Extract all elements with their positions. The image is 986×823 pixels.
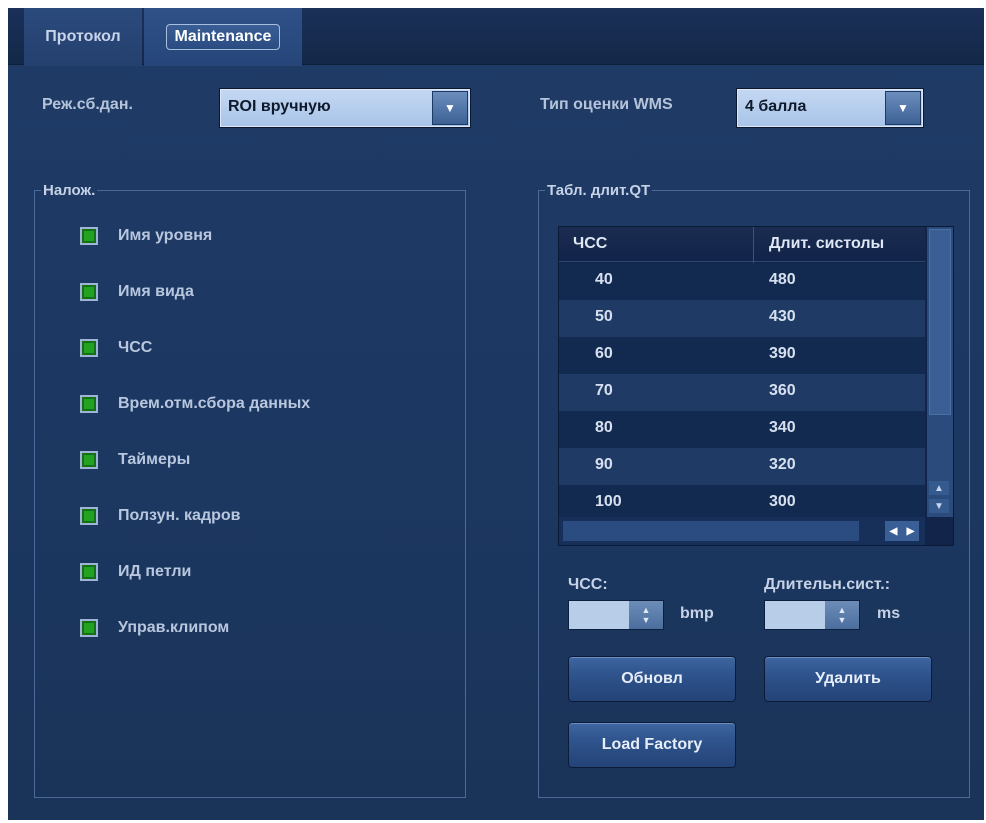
checkbox-checked[interactable] (80, 395, 98, 413)
table-cell: 90 (595, 456, 613, 473)
hr-unit: bmp (680, 605, 714, 622)
table-row[interactable]: 80 340 (559, 411, 925, 448)
overlay-item[interactable]: Врем.отм.сбора данных (80, 392, 310, 416)
table-cell: 390 (769, 345, 796, 362)
wms-type-select[interactable]: 4 балла ▼ (736, 88, 924, 128)
overlay-item-label: Врем.отм.сбора данных (118, 395, 311, 412)
tab-protocol-label: Протокол (45, 28, 121, 45)
tab-maintenance[interactable]: Maintenance (144, 8, 302, 66)
table-header: ЧСС Длит. систолы (559, 227, 925, 262)
table-cell: 480 (769, 271, 796, 288)
table-cell: 430 (769, 308, 796, 325)
delete-button[interactable]: Удалить (764, 656, 932, 702)
qt-table-legend: Табл. длит.QT (547, 182, 651, 199)
column-header-systole[interactable]: Длит. систолы (769, 235, 884, 253)
systole-input-label: Длительн.сист.: (764, 576, 891, 593)
checkbox-checked[interactable] (80, 563, 98, 581)
table-cell: 320 (769, 456, 796, 473)
overlay-item-label: ЧСС (118, 339, 153, 356)
overlay-item-label: Управ.клипом (118, 619, 230, 636)
hr-stepper[interactable]: ▲ ▼ (568, 600, 664, 630)
table-cell: 70 (595, 382, 613, 399)
table-cell: 50 (595, 308, 613, 325)
scroll-down-icon[interactable]: ▼ (929, 499, 949, 513)
tab-maintenance-label: Maintenance (165, 24, 281, 50)
tab-protocol[interactable]: Протокол (24, 8, 142, 66)
chevron-down-icon[interactable]: ▼ (885, 91, 921, 125)
acquisition-mode-value: ROI вручную (228, 98, 331, 115)
overlay-item[interactable]: Таймеры (80, 448, 190, 472)
chevron-down-icon[interactable]: ▼ (432, 91, 468, 125)
wms-type-value: 4 балла (745, 98, 807, 115)
table-cell: 40 (595, 271, 613, 288)
scroll-left-right-icon[interactable]: ◀ ▶ (885, 521, 919, 541)
overlay-item[interactable]: Управ.клипом (80, 616, 229, 640)
checkbox-checked[interactable] (80, 283, 98, 301)
horizontal-scrollbar[interactable]: ◀ ▶ (559, 517, 925, 545)
overlay-item[interactable]: Имя вида (80, 280, 194, 304)
scrollbar-thumb[interactable] (563, 521, 859, 541)
table-row[interactable]: 60 390 (559, 337, 925, 374)
checkbox-checked[interactable] (80, 507, 98, 525)
settings-panel: Протокол Maintenance Реж.сб.дан. ROI вру… (8, 8, 984, 820)
overlay-item-label: ИД петли (118, 563, 192, 580)
vertical-scrollbar[interactable]: ▲ ▼ (927, 227, 953, 517)
overlay-item-label: Ползун. кадров (118, 507, 241, 524)
stepper-arrows-icon[interactable]: ▲ ▼ (825, 601, 859, 629)
tab-bar: Протокол Maintenance (8, 8, 984, 66)
overlay-item-label: Имя уровня (118, 227, 213, 244)
table-cell: 340 (769, 419, 796, 436)
overlay-item-label: Таймеры (118, 451, 191, 468)
checkbox-checked[interactable] (80, 227, 98, 245)
systole-stepper[interactable]: ▲ ▼ (764, 600, 860, 630)
scroll-up-icon[interactable]: ▲ (929, 481, 949, 495)
acquisition-mode-select[interactable]: ROI вручную ▼ (219, 88, 471, 128)
table-cell: 100 (595, 493, 622, 510)
scrollbar-thumb[interactable] (929, 229, 951, 415)
checkbox-checked[interactable] (80, 339, 98, 357)
table-row[interactable]: 90 320 (559, 448, 925, 485)
hr-input-label: ЧСС: (568, 576, 608, 593)
stepper-arrows-icon[interactable]: ▲ ▼ (629, 601, 663, 629)
table-row[interactable]: 70 360 (559, 374, 925, 411)
table-row[interactable]: 50 430 (559, 300, 925, 337)
overlay-legend: Налож. (43, 182, 96, 199)
checkbox-checked[interactable] (80, 619, 98, 637)
acquisition-mode-label: Реж.сб.дан. (42, 96, 133, 113)
overlay-item[interactable]: Имя уровня (80, 224, 212, 248)
column-header-hr[interactable]: ЧСС (573, 235, 607, 253)
overlay-item[interactable]: ИД петли (80, 560, 191, 584)
update-button[interactable]: Обновл (568, 656, 736, 702)
wms-type-label: Тип оценки WMS (540, 96, 673, 113)
qt-table: ЧСС Длит. систолы 40 480 50 430 60 390 70 36… (558, 226, 954, 546)
table-cell: 60 (595, 345, 613, 362)
table-cell: 360 (769, 382, 796, 399)
table-cell: 80 (595, 419, 613, 436)
load-factory-button[interactable]: Load Factory (568, 722, 736, 768)
overlay-item-label: Имя вида (118, 283, 194, 300)
overlay-item[interactable]: ЧСС (80, 336, 152, 360)
overlay-item[interactable]: Ползун. кадров (80, 504, 241, 528)
overlay-group: Налож. (34, 182, 466, 798)
checkbox-checked[interactable] (80, 451, 98, 469)
table-cell: 300 (769, 493, 796, 510)
table-row[interactable]: 40 480 (559, 263, 925, 300)
systole-unit: ms (877, 605, 901, 622)
table-row[interactable]: 100 300 (559, 485, 925, 517)
